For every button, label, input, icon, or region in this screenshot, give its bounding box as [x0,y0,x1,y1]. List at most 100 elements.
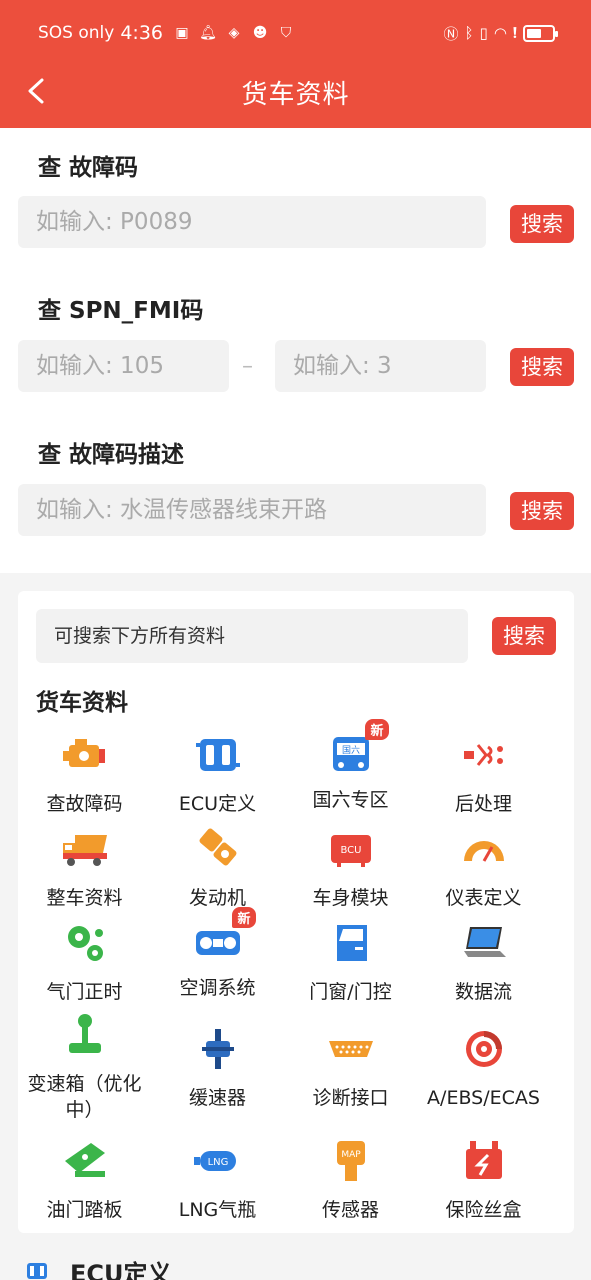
status-bar: SOS only 4:36 ▣ 🔔︎ ◈ ☻ ⛉ Ⓝ ᛒ ▯ ◠ ❗︎ [38,18,558,48]
carrier-text: SOS only [38,23,115,43]
bus-icon: 国六 新 [327,719,389,779]
ecu-section-header: ECU定义 [0,1250,591,1280]
search-panel: 查 故障码 如输入: P0089 搜索 查 SPN_FMI码 如输入: 105 … [0,128,591,573]
grid-item-lng-tank[interactable]: LNG LNG气瓶 [151,1137,284,1223]
app-shield-icon: ⛉ [280,25,292,41]
gauge-icon [463,841,504,862]
spn-fmi-search-button[interactable]: 搜索 [510,348,574,386]
grid-item-label: 整车资料 [46,887,123,909]
svg-text:LNG: LNG [207,1157,228,1168]
grid-item-label: 气门正时 [46,981,123,1003]
grid-item-aftertreatment[interactable]: 后处理 [417,731,550,817]
svg-text:国六: 国六 [341,744,359,756]
grid-item-dashboard[interactable]: 仪表定义 [417,825,550,911]
wechat-icon: ☻ [252,25,268,41]
gear-shift-icon [68,1014,101,1053]
grid-item-engine[interactable]: 发动机 [151,825,284,911]
fault-code-title: 查 故障码 [38,155,139,181]
fault-code-search-button[interactable]: 搜索 [510,205,574,243]
grid-item-accelerator[interactable]: 油门踏板 [18,1137,151,1223]
grid-item-fault-code[interactable]: 查故障码 [18,731,151,817]
grid-item-label: LNG气瓶 [178,1199,257,1221]
ecu-section-title: ECU定义 [70,1260,172,1280]
grid-item-ecu[interactable]: ECU定义 [151,731,284,817]
svg-text:BCU: BCU [340,845,361,856]
svg-text:MAP: MAP [341,1150,361,1160]
wifi-icon: ◠ [493,24,507,42]
notification-app-icon: ▣ [175,25,189,41]
grid-item-label: 变速箱（优化中） [27,1073,142,1121]
door-icon [336,925,367,961]
spn-fmi-title: 查 SPN_FMI码 [38,298,204,324]
grid-item-china6[interactable]: 国六 新 国六专区 [284,719,417,813]
grid-item-gearbox[interactable]: 变速箱（优化中） [18,1011,151,1123]
bcu-icon: BCU [330,835,371,867]
grid-item-label: 国六专区 [312,789,389,811]
grid-item-door-window[interactable]: 门窗/门控 [284,919,417,1005]
fault-desc-search-button[interactable]: 搜索 [510,492,574,530]
grid-item-label: 仪表定义 [445,887,522,909]
nfc-icon: Ⓝ [443,24,459,43]
grid-item-label: 空调系统 [179,977,256,999]
engine-part-icon [199,828,236,866]
bluetooth-icon: ᛒ [464,24,474,42]
grid-item-label: A/EBS/ECAS [427,1087,540,1109]
grid-item-label: 车身模块 [312,887,389,909]
grid-item-data-stream[interactable]: 数据流 [417,919,550,1005]
spn-input[interactable]: 如输入: 105 [18,340,229,392]
pedal-icon [64,1143,105,1177]
truck-info-title: 货车资料 [36,690,128,716]
dump-truck-icon [62,835,107,866]
page-title: 货车资料 [241,80,350,110]
all-search-button[interactable]: 搜索 [492,617,556,655]
fault-desc-input[interactable]: 如输入: 水温传感器线束开路 [18,484,486,536]
box-icon: ◈ [228,25,240,41]
all-search-input[interactable]: 可搜索下方所有资料 [36,609,468,663]
fault-code-input[interactable]: 如输入: P0089 [18,196,486,248]
grid-item-ebs-ecas[interactable]: A/EBS/ECAS [417,1025,550,1111]
grid-item-label: 查故障码 [46,793,123,815]
laptop-icon [463,927,506,957]
new-badge: 新 [365,719,389,740]
alert-icon: ❗︎ [512,24,517,42]
ecu-icon [195,739,240,771]
grid-item-ac-system[interactable]: 新 空调系统 [151,907,284,1001]
grid-item-label: 门窗/门控 [309,981,392,1003]
obd-port-icon [328,1041,373,1057]
truck-info-card: 可搜索下方所有资料 搜索 货车资料 查故障码 ECU定义 国六 新 国六专区 后… [18,591,574,1233]
grid-item-retarder[interactable]: 缓速器 [151,1025,284,1111]
app-header: SOS only 4:36 ▣ 🔔︎ ◈ ☻ ⛉ Ⓝ ᛒ ▯ ◠ ❗︎ 货车资料 [0,0,591,128]
clock: 4:36 [120,22,163,44]
grid-item-label: 保险丝盒 [445,1199,522,1221]
lng-tank-icon: LNG [193,1151,236,1171]
battery-icon [523,24,558,42]
vibrate-icon: ▯ [479,24,488,42]
grid-item-sensor[interactable]: MAP 传感器 [284,1137,417,1223]
fault-desc-title: 查 故障码描述 [38,442,185,468]
exhaust-icon [463,744,503,766]
grid-item-label: 诊断接口 [312,1087,389,1109]
ac-panel-icon: 新 [194,907,256,967]
new-badge: 新 [232,907,256,928]
grid-item-label: ECU定义 [178,793,257,815]
grid-item-label: 数据流 [454,981,512,1003]
grid-item-label: 缓速器 [188,1087,246,1109]
fmi-input[interactable]: 如输入: 3 [275,340,486,392]
grid-item-valve-timing[interactable]: 气门正时 [18,919,151,1005]
spn-fmi-separator: – [242,354,253,379]
bell-icon: 🔔︎ [199,25,217,41]
grid-item-label: 发动机 [188,887,246,909]
grid-item-label: 传感器 [321,1199,379,1221]
grid-item-diagnostic-port[interactable]: 诊断接口 [284,1025,417,1111]
map-sensor-icon: MAP [336,1141,365,1181]
grid-item-label: 后处理 [454,793,512,815]
grid-item-vehicle-info[interactable]: 整车资料 [18,825,151,911]
engine-icon [62,739,105,767]
fuse-box-icon [465,1141,502,1179]
brake-disc-icon [465,1031,502,1067]
ecu-icon [27,1263,47,1279]
grid-item-label: 油门踏板 [46,1199,123,1221]
gears-icon [67,926,103,961]
grid-item-body-module[interactable]: BCU 车身模块 [284,825,417,911]
grid-item-fuse-box[interactable]: 保险丝盒 [417,1137,550,1223]
